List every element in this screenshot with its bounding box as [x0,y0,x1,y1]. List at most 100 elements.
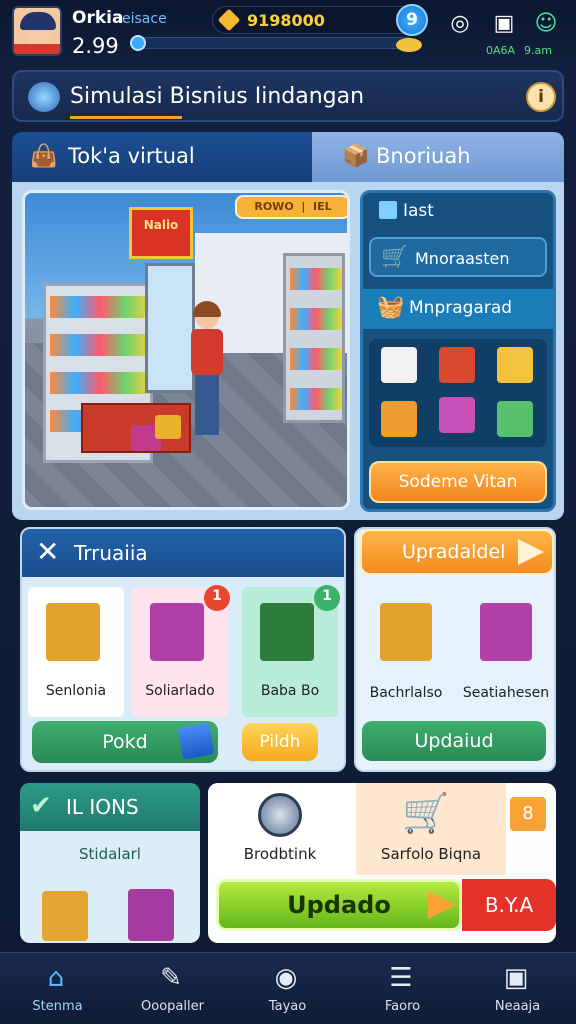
dial-icon [258,793,302,837]
trade-card-title: Baba Bo [260,683,320,699]
arrow-right-icon [518,539,544,565]
upgrade-card-title: Bachrlalso [369,685,443,701]
upgrade-header-label: Upradaldel [402,541,506,563]
icons-panel: ✔ IL IONS Stidalarl [20,783,200,943]
add-cash-button[interactable]: 9 [396,4,428,36]
product-grid [369,339,547,447]
side-action-button[interactable]: Sodeme Vitan [369,461,547,503]
nav-item-home[interactable]: ⌂ Stenma [0,953,115,1024]
product-item[interactable] [439,347,475,383]
shop-icon[interactable]: ▣ [490,10,518,38]
product-item[interactable] [497,401,533,437]
trade-panel-header: ✕ Trruaiia [22,529,344,577]
avatar-shirt [14,44,60,54]
stat-right: 9.am [524,44,552,57]
action-panel: Brodbtink 🛒 Sarfolo Biqna 8 Updado B.Y.A [208,783,556,943]
player-level: 2.99 [72,34,119,58]
trade-card[interactable]: Senlonia [28,587,124,717]
scene-tag-right: IEL [313,200,332,213]
store-bag-icon: 👜 [30,144,58,169]
trade-card[interactable]: 1 Baba Bo [242,585,340,717]
product-item[interactable] [381,347,417,383]
side-row-market-label: Mnoraasten [415,249,510,268]
side-row-upgraded-label: Mnpragarad [409,298,513,318]
player-avatar[interactable] [12,6,62,56]
trade-card[interactable]: 1 Soliarlado [132,585,230,717]
right-shelf [283,253,345,423]
info-button[interactable]: i [526,82,556,112]
icons-panel-sub: Stidalarl [79,845,141,863]
nav-label: Faoro [384,999,421,1014]
image-icon: ▣ [503,963,529,993]
check-badge: 1 [314,585,340,611]
cart-icon: 🛒 [381,245,409,270]
count-badge: 1 [204,585,230,611]
product-item[interactable] [439,397,475,433]
scene-tag[interactable]: ROWO | IEL [235,195,347,219]
profile-icon[interactable]: ☺ [532,10,560,38]
nav-item-target[interactable]: ◉ Tayao [230,953,345,1024]
close-icon[interactable]: ✕ [36,535,59,568]
upgrade-button[interactable]: Updaiud [362,721,546,761]
product-box-icon [150,603,204,661]
cash-value: 9198000 [247,11,325,30]
nav-label: Stenma [32,999,83,1014]
nav-item-tools[interactable]: ✎ Ooopaller [115,953,230,1024]
trade-card-title: Senlonia [45,683,107,699]
avatar-hat [20,12,56,30]
icons-panel-title: IL IONS [66,795,139,819]
update-button[interactable]: Updado [216,879,462,931]
side-header-label: Iast [403,201,434,221]
trade-panel-title: Trruaiia [74,541,148,565]
tab-inventory[interactable]: 📦 Bnoriuah [312,132,564,182]
coin-icon [396,38,422,52]
side-row-upgraded[interactable]: 🧺 Mnpragarad [363,289,553,329]
checkmark-icon: ✔ [30,791,52,821]
upgrade-card[interactable]: Seatiahesen [460,589,552,717]
edit-icon [177,722,215,760]
cart-icon: 🛒 [402,791,450,835]
app-root: Orkia eisace 2.99 9198000 9 ◎ ▣ ☺ 0A6A 9… [0,0,576,1024]
upgrade-card-title: Seatiahesen [462,685,550,701]
chat-icon[interactable]: ◎ [446,10,474,38]
upgrade-card[interactable]: Bachrlalso [360,589,452,717]
trade-yellow-button[interactable]: Pildh [242,723,318,761]
buy-button[interactable]: B.Y.A [462,879,556,931]
nav-item-gallery[interactable]: ▣ Neaaja [460,953,575,1024]
game-logo-icon [28,82,60,112]
side-header: Iast [377,201,434,221]
tab-bar: 👜 Tok'a virtual 📦 Bnoriuah [12,132,564,182]
tab-virtual-store[interactable]: 👜 Tok'a virtual [12,132,312,182]
building-icon [379,201,397,219]
tab-virtual-store-label: Tok'a virtual [68,144,195,168]
trade-panel: ✕ Trruaiia Senlonia 1 Soliarlado 1 Baba … [20,527,346,772]
product-box-icon[interactable] [42,891,88,941]
player-name: Orkia [72,8,124,28]
nav-item-list[interactable]: ☰ Faoro [345,953,460,1024]
nav-label: Ooopaller [141,999,204,1014]
icons-panel-header: ✔ IL IONS [20,783,200,831]
product-box-icon[interactable] [128,889,174,941]
box-icon: 📦 [342,144,370,169]
player-tag: eisace [122,11,167,27]
store-side-panel: Iast 🛒 Mnoraasten 🧺 Mnpragarad Sodeme Vi… [360,190,556,512]
product-box-icon [260,603,314,661]
action-item[interactable]: Brodbtink [208,783,352,875]
basket-icon: 🧺 [377,295,405,320]
product-item[interactable] [381,401,417,437]
title-bar: Simulasi Bisnius Iindangan i [12,70,564,122]
bottom-nav: ⌂ Stenma ✎ Ooopaller ◉ Tayao ☰ Faoro ▣ N… [0,952,576,1024]
title-underline [70,116,182,119]
store-scene[interactable]: Nalio ROWO | IEL [22,190,350,510]
product-box-icon [46,603,100,661]
product-box-icon [480,603,532,661]
upgrade-header-button[interactable]: Upradaldel [360,529,554,575]
shopkeeper-character [189,301,225,443]
wrench-icon: ✎ [160,963,182,993]
xp-progress-bar [132,37,414,49]
product-item[interactable] [497,347,533,383]
action-item[interactable]: 🛒 Sarfolo Biqna [356,783,506,875]
side-row-market[interactable]: 🛒 Mnoraasten [369,237,547,277]
store-main-panel: Nalio ROWO | IEL Iast 🛒 Mnoraasten 🧺 Mnp… [12,182,564,520]
list-icon: ☰ [389,963,413,993]
